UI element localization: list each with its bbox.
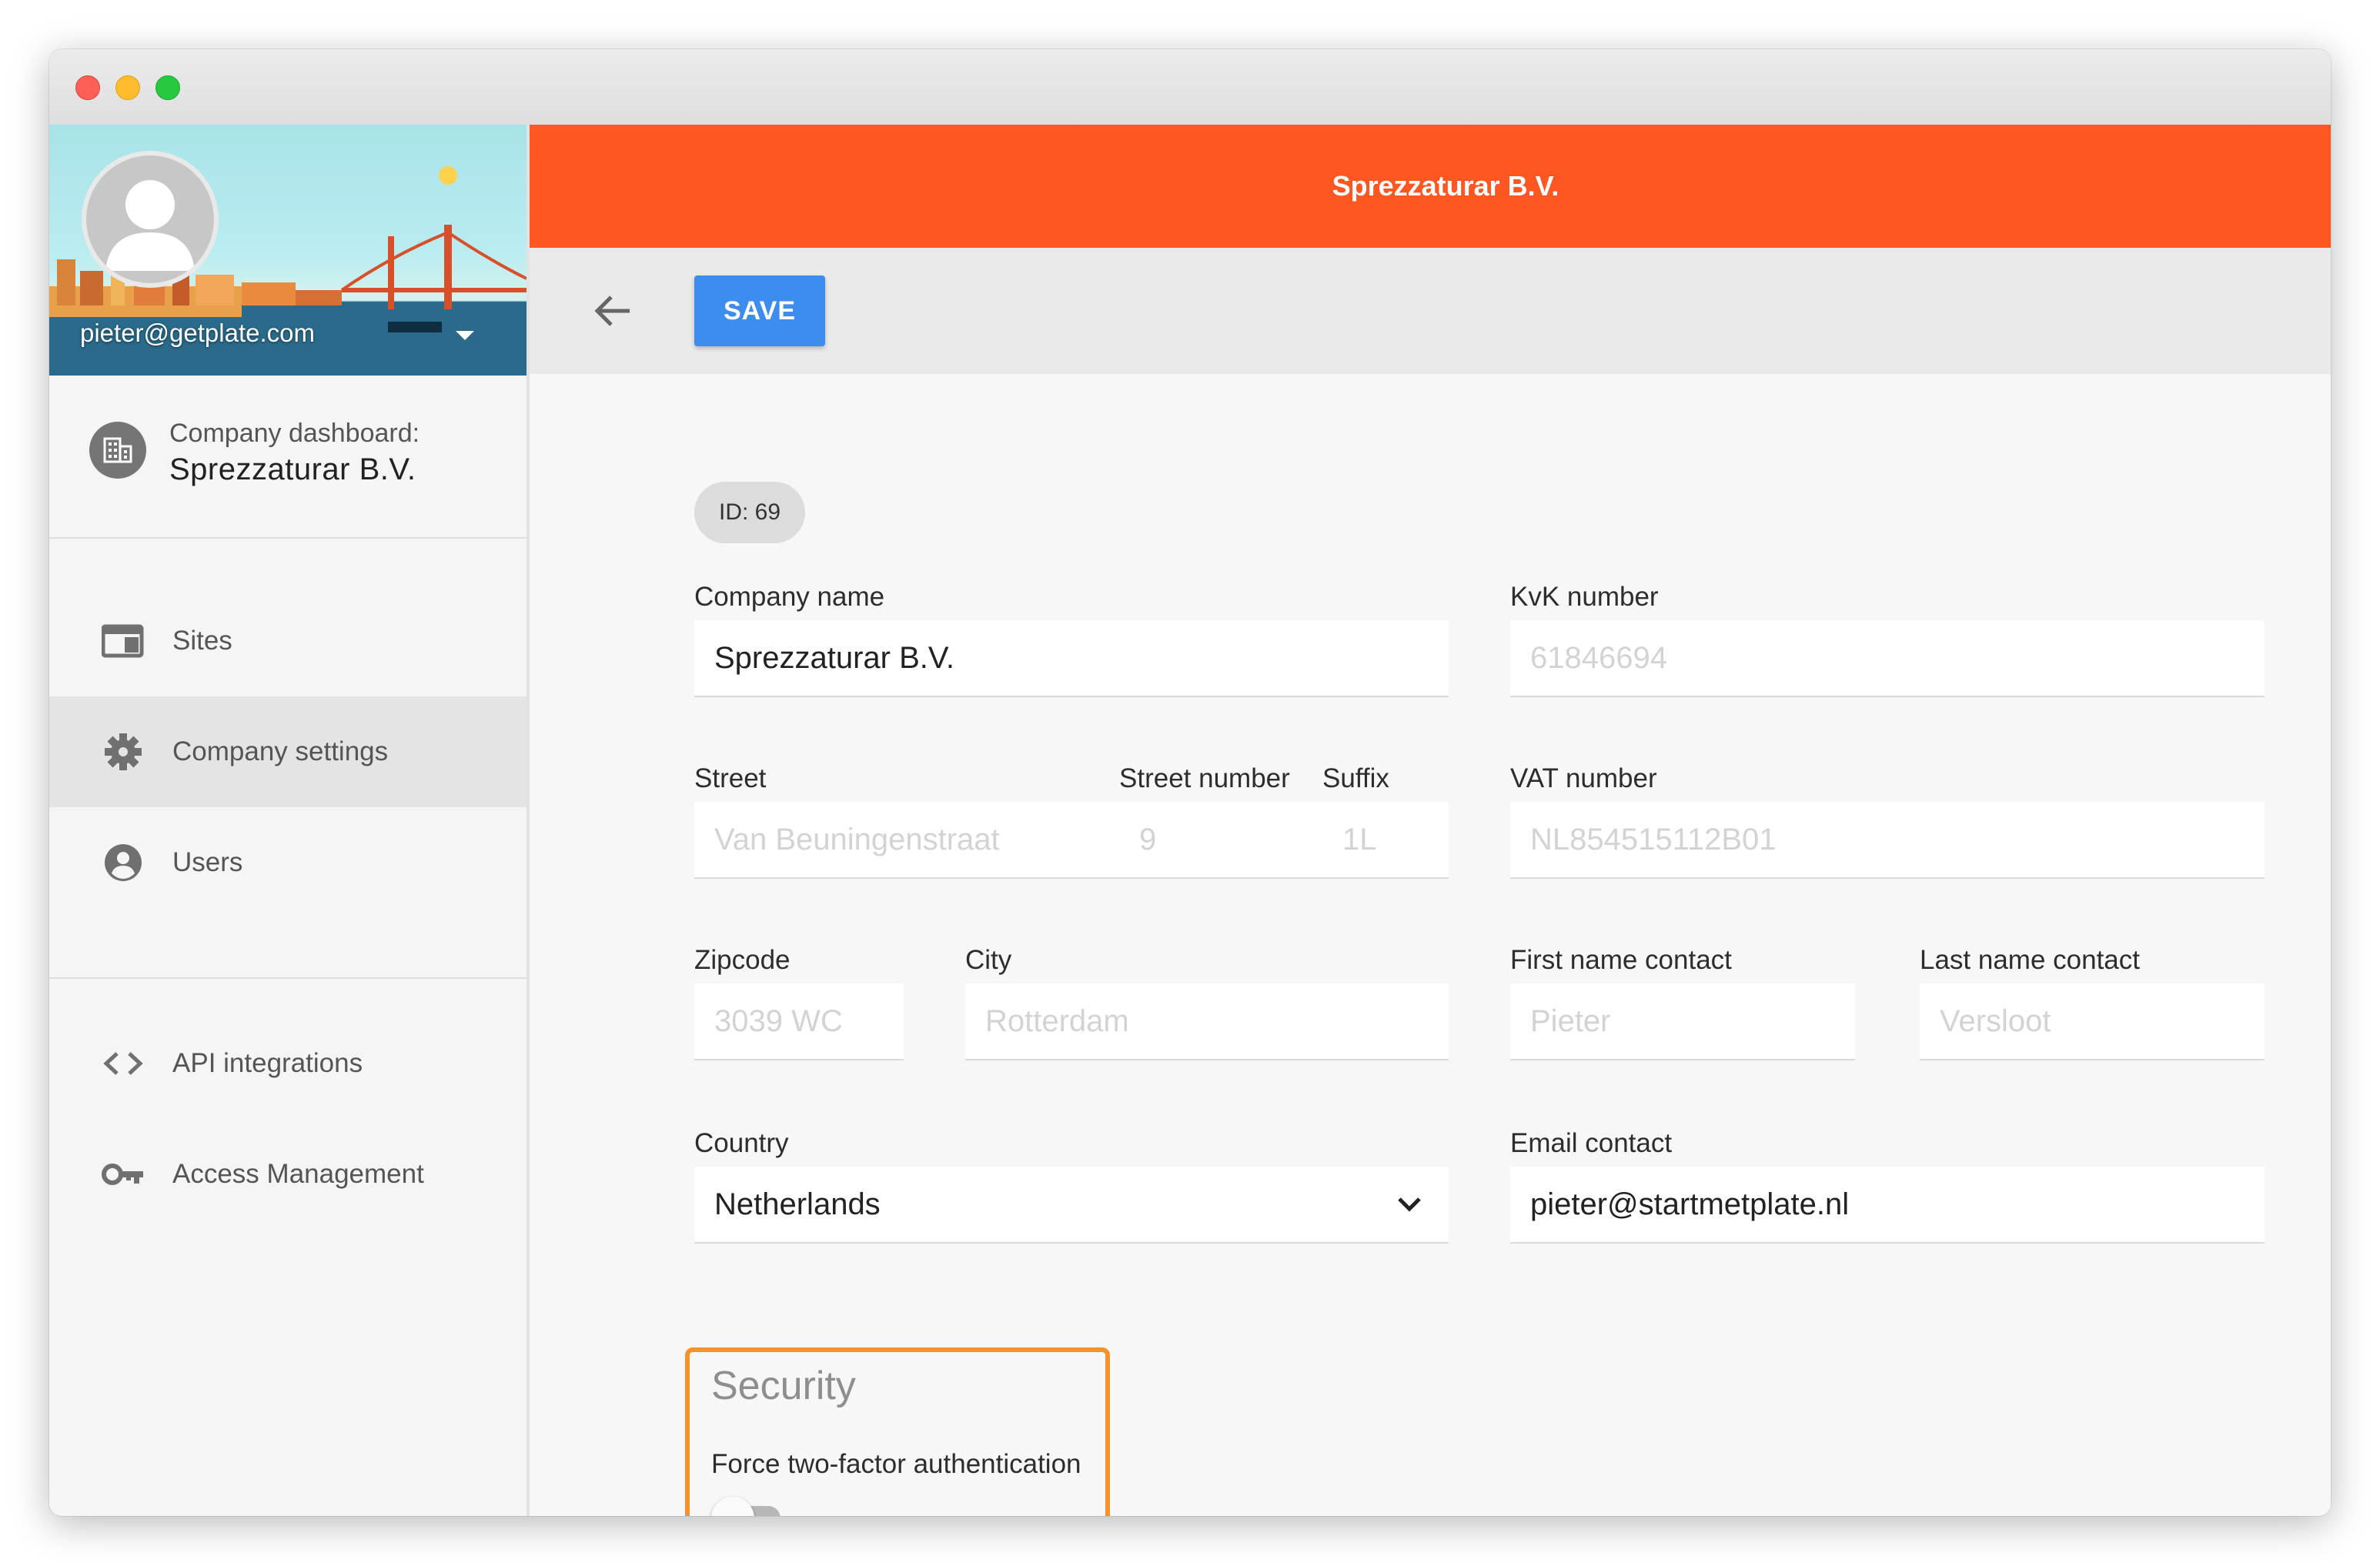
zipcode-label: Zipcode — [694, 945, 791, 975]
country-select[interactable]: Netherlands — [694, 1167, 1449, 1244]
sidebar-item-users[interactable]: Users — [49, 807, 526, 918]
security-title: Security — [711, 1364, 856, 1408]
sidebar-item-sites[interactable]: Sites — [49, 586, 526, 696]
last-name-contact-input[interactable] — [1940, 983, 2249, 1059]
key-icon — [102, 1164, 143, 1185]
street-label: Street — [694, 763, 767, 793]
kvk-number-input[interactable] — [1530, 620, 2249, 696]
street-row-field — [694, 802, 1449, 879]
country-selected-value: Netherlands — [714, 1187, 881, 1221]
maximize-window-button[interactable] — [155, 75, 180, 100]
sidebar-item-access-management[interactable]: Access Management — [49, 1119, 526, 1230]
vat-number-input[interactable] — [1530, 802, 2249, 877]
sidebar: pieter@getplate.com Company dashboard: S… — [49, 125, 530, 1516]
sidebar-item-company-settings[interactable]: Company settings — [49, 696, 526, 807]
company-dashboard-label: Company dashboard: — [169, 419, 420, 448]
account-dropdown-icon[interactable] — [456, 331, 474, 340]
suffix-label: Suffix — [1322, 763, 1389, 793]
company-dashboard-link[interactable]: Company dashboard: Sprezzaturar B.V. — [49, 376, 526, 539]
kvk-number-field[interactable] — [1510, 620, 2265, 697]
street-input[interactable] — [714, 802, 1084, 877]
company-name-label: Company name — [694, 582, 885, 612]
email-contact-input[interactable] — [1530, 1167, 1955, 1242]
browser-window-icon — [102, 624, 144, 658]
last-name-contact-field[interactable] — [1920, 983, 2265, 1060]
first-name-contact-field[interactable] — [1510, 983, 1855, 1060]
street-number-label: Street number — [1119, 763, 1290, 793]
id-badge: ID: 69 — [694, 482, 806, 543]
email-contact-field — [1510, 1167, 2265, 1244]
toggle-thumb — [711, 1497, 754, 1516]
app-window: pieter@getplate.com Company dashboard: S… — [49, 49, 2331, 1516]
two-factor-toggle[interactable] — [711, 1497, 784, 1516]
vat-number-label: VAT number — [1510, 763, 1657, 793]
save-button[interactable]: SAVE — [694, 275, 825, 346]
sidebar-item-label: Sites — [172, 626, 232, 656]
city-label: City — [965, 945, 1012, 975]
profile-header: pieter@getplate.com — [49, 125, 526, 376]
user-silhouette-icon — [105, 180, 195, 271]
country-label: Country — [694, 1128, 789, 1158]
company-name-field[interactable] — [694, 620, 1449, 697]
sidebar-item-label: API integrations — [172, 1048, 363, 1078]
sidebar-item-label: Access Management — [172, 1159, 424, 1189]
suffix-input[interactable] — [1342, 802, 1435, 877]
email-contact-label: Email contact — [1510, 1128, 1673, 1158]
page-title: Sprezzaturar B.V. — [1332, 170, 1559, 202]
sidebar-divider — [49, 977, 526, 979]
profile-email[interactable]: pieter@getplate.com — [80, 319, 315, 348]
company-settings-form: ID: 69 Company name KvK number Street St… — [530, 374, 2331, 1516]
chevron-down-icon — [1398, 1197, 1421, 1212]
zipcode-input[interactable] — [714, 983, 888, 1059]
app-header: Sprezzaturar B.V. — [530, 125, 2331, 248]
kvk-number-label: KvK number — [1510, 582, 1659, 612]
avatar[interactable] — [82, 151, 219, 288]
building-icon — [89, 422, 146, 479]
vat-number-field[interactable] — [1510, 802, 2265, 879]
company-dashboard-name: Sprezzaturar B.V. — [169, 452, 416, 486]
back-arrow-icon[interactable] — [591, 291, 634, 331]
sidebar-item-label: Users — [172, 847, 243, 877]
first-name-contact-label: First name contact — [1510, 945, 1732, 975]
close-window-button[interactable] — [75, 75, 100, 100]
toolbar: SAVE — [530, 248, 2331, 374]
gear-icon — [105, 733, 142, 770]
company-name-input[interactable] — [714, 620, 1433, 696]
last-name-contact-label: Last name contact — [1920, 945, 2140, 975]
two-factor-label: Force two-factor authentication — [711, 1449, 1081, 1479]
city-input[interactable] — [985, 983, 1433, 1059]
security-section: Security Force two-factor authentication — [685, 1347, 1110, 1516]
sidebar-item-api-integrations[interactable]: API integrations — [49, 1008, 526, 1119]
first-name-contact-input[interactable] — [1530, 983, 1840, 1059]
window-titlebar — [49, 49, 2331, 125]
city-field[interactable] — [965, 983, 1449, 1060]
zipcode-field[interactable] — [694, 983, 904, 1060]
code-brackets-icon — [103, 1052, 143, 1075]
street-number-input[interactable] — [1139, 802, 1309, 877]
sidebar-item-label: Company settings — [172, 736, 389, 766]
user-circle-icon — [105, 844, 142, 881]
minimize-window-button[interactable] — [115, 75, 140, 100]
